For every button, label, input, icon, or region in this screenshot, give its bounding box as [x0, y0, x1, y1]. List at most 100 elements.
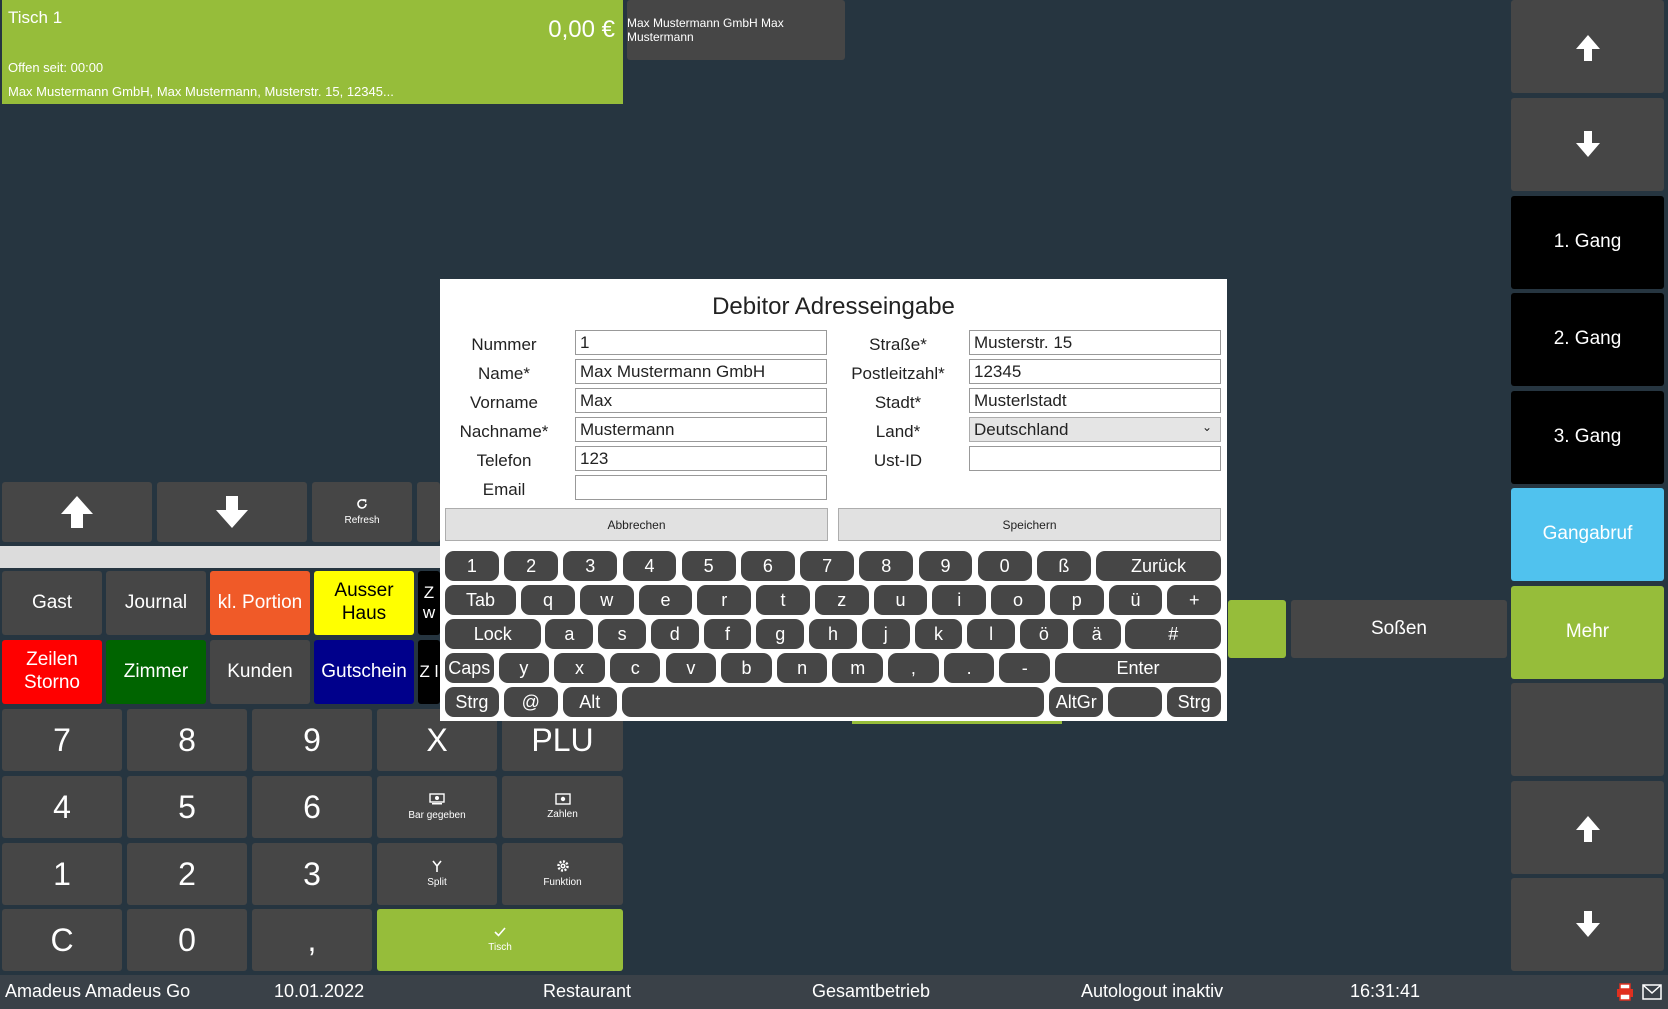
- keyboard-key[interactable]: 3: [563, 551, 618, 581]
- gutschein-button[interactable]: Gutschein: [314, 640, 414, 704]
- keyboard-key[interactable]: y: [498, 653, 550, 683]
- order-up-button[interactable]: [2, 482, 152, 542]
- keyboard-key[interactable]: @: [503, 687, 558, 717]
- gast-button[interactable]: Gast: [2, 571, 102, 635]
- key-0[interactable]: 0: [127, 909, 247, 971]
- more-button[interactable]: Mehr: [1511, 586, 1664, 679]
- vorname-field[interactable]: Max: [575, 388, 827, 413]
- keyboard-key[interactable]: b: [721, 653, 772, 683]
- product-button-green[interactable]: [1228, 600, 1286, 658]
- key-8[interactable]: 8: [127, 709, 247, 771]
- keyboard-key[interactable]: ä: [1072, 619, 1121, 649]
- key-comma[interactable]: ,: [252, 909, 372, 971]
- keyboard-key[interactable]: p: [1049, 585, 1104, 615]
- cut-button-1[interactable]: Z w: [418, 571, 440, 635]
- keyboard-key[interactable]: 4: [622, 551, 677, 581]
- empty-button[interactable]: [1511, 683, 1664, 776]
- keyboard-key[interactable]: [1108, 687, 1163, 717]
- keyboard-key[interactable]: e: [638, 585, 693, 615]
- stadt-field[interactable]: Musterlstadt: [969, 388, 1221, 413]
- keyboard-key[interactable]: t: [756, 585, 810, 615]
- bar-gegeben-button[interactable]: Bar gegeben: [377, 776, 497, 838]
- nummer-field[interactable]: 1: [575, 330, 827, 355]
- key-6[interactable]: 6: [252, 776, 372, 838]
- key-1[interactable]: 1: [2, 843, 122, 905]
- keyboard-key[interactable]: Tab: [445, 585, 517, 615]
- telefon-field[interactable]: 123: [575, 446, 827, 471]
- keyboard-key[interactable]: ü: [1108, 585, 1163, 615]
- keyboard-key[interactable]: 5: [681, 551, 736, 581]
- keyboard-key[interactable]: Enter: [1055, 653, 1221, 683]
- keyboard-key[interactable]: Alt: [562, 687, 617, 717]
- cancel-button[interactable]: Abbrechen: [445, 508, 828, 541]
- keyboard-key[interactable]: ,: [888, 653, 939, 683]
- keyboard-key[interactable]: m: [832, 653, 884, 683]
- keyboard-key[interactable]: [621, 687, 1045, 717]
- keyboard-key[interactable]: Strg: [1167, 687, 1221, 717]
- plz-field[interactable]: 12345: [969, 359, 1221, 384]
- keyboard-key[interactable]: s: [598, 619, 646, 649]
- strasse-field[interactable]: Musterstr. 15: [969, 330, 1221, 355]
- keyboard-key[interactable]: Caps: [445, 653, 494, 683]
- nachname-field[interactable]: Mustermann: [575, 417, 827, 442]
- split-button[interactable]: Split: [377, 843, 497, 905]
- keyboard-key[interactable]: d: [650, 619, 699, 649]
- keyboard-key[interactable]: 8: [859, 551, 914, 581]
- ausser-haus-button[interactable]: Ausser Haus: [314, 571, 414, 635]
- keyboard-key[interactable]: j: [861, 619, 910, 649]
- scroll-up-button-2[interactable]: [1511, 781, 1664, 874]
- keyboard-key[interactable]: u: [873, 585, 928, 615]
- keyboard-key[interactable]: i: [932, 585, 987, 615]
- small-portion-button[interactable]: kl. Portion: [210, 571, 310, 635]
- keyboard-key[interactable]: ö: [1020, 619, 1068, 649]
- keyboard-key[interactable]: o: [991, 585, 1045, 615]
- email-field[interactable]: [575, 475, 827, 500]
- gangabruf-button[interactable]: Gangabruf: [1511, 488, 1664, 581]
- printer-icon[interactable]: [1615, 982, 1635, 1002]
- gang-3-button[interactable]: 3. Gang: [1511, 391, 1664, 484]
- keyboard-key[interactable]: Lock: [445, 619, 541, 649]
- funktion-button[interactable]: Funktion: [502, 843, 623, 905]
- key-c[interactable]: C: [2, 909, 122, 971]
- key-5[interactable]: 5: [127, 776, 247, 838]
- keyboard-key[interactable]: q: [521, 585, 575, 615]
- keyboard-key[interactable]: x: [554, 653, 605, 683]
- keyboard-key[interactable]: 2: [504, 551, 558, 581]
- cut-button-2[interactable]: Z l: [418, 640, 440, 704]
- save-button[interactable]: Speichern: [838, 508, 1221, 541]
- gang-2-button[interactable]: 2. Gang: [1511, 293, 1664, 386]
- keyboard-key[interactable]: #: [1125, 619, 1221, 649]
- keyboard-key[interactable]: 7: [800, 551, 854, 581]
- keyboard-key[interactable]: r: [697, 585, 752, 615]
- zimmer-button[interactable]: Zimmer: [106, 640, 206, 704]
- ustid-field[interactable]: [969, 446, 1221, 471]
- kunden-button[interactable]: Kunden: [210, 640, 310, 704]
- keyboard-key[interactable]: h: [809, 619, 857, 649]
- keyboard-key[interactable]: -: [999, 653, 1050, 683]
- keyboard-key[interactable]: w: [580, 585, 634, 615]
- scroll-down-button[interactable]: [1511, 98, 1664, 191]
- keyboard-key[interactable]: Strg: [445, 687, 499, 717]
- mail-icon[interactable]: [1642, 984, 1662, 1000]
- zahlen-button[interactable]: Zahlen: [502, 776, 623, 838]
- key-3[interactable]: 3: [252, 843, 372, 905]
- keyboard-key[interactable]: k: [914, 619, 963, 649]
- nav-extra-button[interactable]: [417, 482, 440, 542]
- keyboard-key[interactable]: l: [967, 619, 1016, 649]
- customer-tab[interactable]: Max Mustermann GmbH Max Mustermann: [627, 0, 845, 60]
- keyboard-key[interactable]: n: [776, 653, 828, 683]
- zeilen-storno-button[interactable]: Zeilen Storno: [2, 640, 102, 704]
- key-9[interactable]: 9: [252, 709, 372, 771]
- keyboard-key[interactable]: 9: [918, 551, 973, 581]
- gang-1-button[interactable]: 1. Gang: [1511, 196, 1664, 289]
- order-down-button[interactable]: [157, 482, 307, 542]
- keyboard-key[interactable]: f: [703, 619, 752, 649]
- key-2[interactable]: 2: [127, 843, 247, 905]
- keyboard-key[interactable]: Zurück: [1096, 551, 1221, 581]
- keyboard-key[interactable]: 6: [740, 551, 795, 581]
- keyboard-key[interactable]: .: [943, 653, 995, 683]
- scroll-up-button[interactable]: [1511, 0, 1664, 93]
- keyboard-key[interactable]: c: [609, 653, 661, 683]
- table-card[interactable]: Tisch 1 0,00 € Offen seit: 00:00 Max Mus…: [2, 0, 623, 104]
- keyboard-key[interactable]: 0: [977, 551, 1032, 581]
